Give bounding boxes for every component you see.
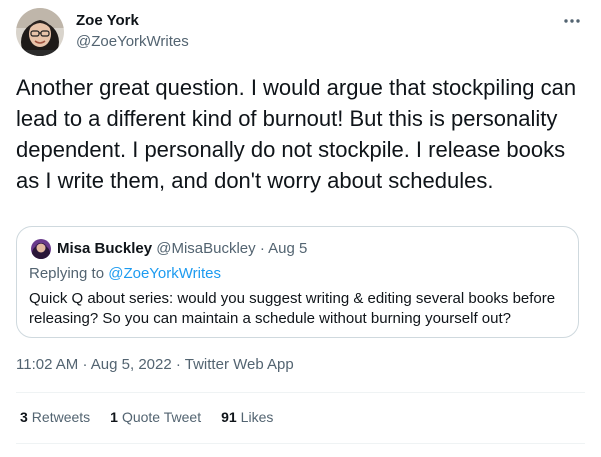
- replying-label: Replying to: [29, 265, 105, 282]
- author-handle[interactable]: @ZoeYorkWrites: [76, 33, 189, 50]
- replying-mention-link[interactable]: @ZoeYorkWrites: [108, 265, 221, 282]
- retweets-count: 3: [20, 409, 28, 425]
- quoted-tweet-text: Quick Q about series: would you suggest …: [29, 290, 556, 327]
- timestamp-separator: ·: [175, 356, 181, 373]
- tweet: Zoe York @ZoeYorkWrites Another great qu…: [0, 0, 601, 457]
- quoted-author-handle[interactable]: @MisaBuckley: [156, 240, 255, 257]
- tweet-timestamp: 11:02 AM · Aug 5, 2022 · Twitter Web App: [16, 356, 294, 373]
- likes-label: Likes: [240, 409, 274, 425]
- quoted-date[interactable]: Aug 5: [268, 240, 307, 257]
- author-avatar[interactable]: [16, 8, 64, 56]
- tweet-stats: 3 Retweets 1 Quote Tweet 91 Likes: [20, 409, 273, 425]
- quote-tweets-count: 1: [110, 409, 118, 425]
- tweet-source-link[interactable]: Twitter Web App: [185, 356, 294, 373]
- tweet-date-link[interactable]: Aug 5, 2022: [91, 356, 172, 373]
- quoted-header: Misa Buckley @MisaBuckley · Aug 5: [57, 240, 307, 257]
- more-horizontal-icon: [564, 19, 580, 23]
- timestamp-separator: ·: [82, 356, 88, 373]
- divider: [16, 443, 585, 444]
- likes-count: 91: [221, 409, 237, 425]
- quoted-avatar-image: [31, 239, 51, 259]
- more-options-button[interactable]: [560, 12, 584, 30]
- tweet-text: Another great question. I would argue th…: [16, 75, 577, 193]
- quoted-author-avatar[interactable]: [31, 239, 51, 259]
- quoted-separator: ·: [259, 240, 265, 257]
- likes-stat-link[interactable]: 91 Likes: [221, 409, 273, 425]
- quoted-replying-to: Replying to @ZoeYorkWrites: [29, 265, 221, 282]
- quote-tweets-label: Quote Tweet: [121, 409, 202, 425]
- divider: [16, 392, 585, 393]
- tweet-time-link[interactable]: 11:02 AM: [16, 356, 78, 373]
- author-name[interactable]: Zoe York: [76, 12, 139, 29]
- author-avatar-image: [16, 8, 64, 56]
- retweets-stat-link[interactable]: 3 Retweets: [20, 409, 90, 425]
- retweets-label: Retweets: [31, 409, 91, 425]
- quoted-author-name[interactable]: Misa Buckley: [57, 240, 152, 257]
- quoted-tweet[interactable]: Misa Buckley @MisaBuckley · Aug 5 Replyi…: [16, 226, 579, 338]
- quote-tweets-stat-link[interactable]: 1 Quote Tweet: [110, 409, 201, 425]
